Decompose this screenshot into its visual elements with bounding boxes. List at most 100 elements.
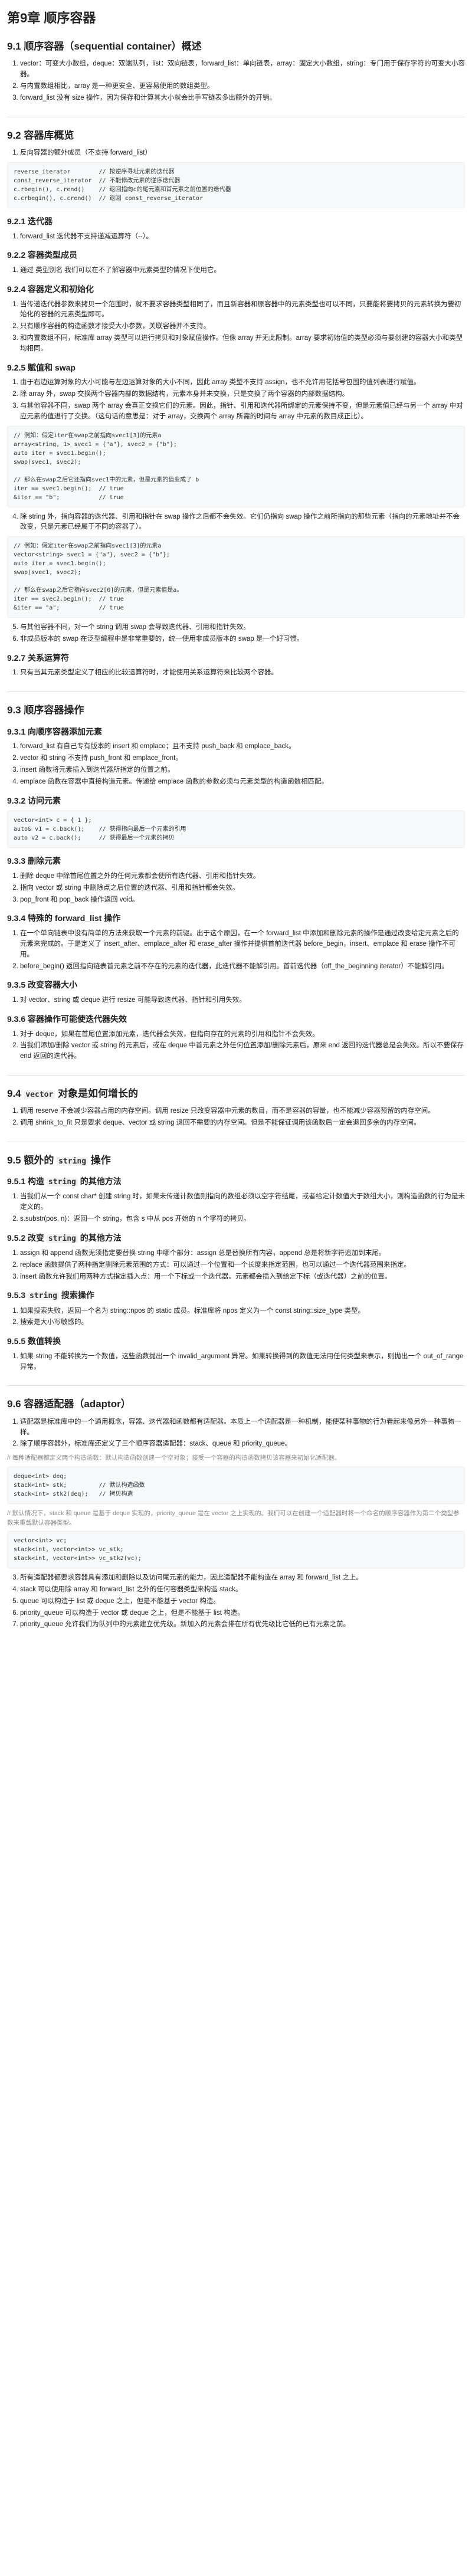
section-9-5-2-list: assign 和 append 函数无须指定要替换 string 中哪个部分：a… (7, 1248, 465, 1282)
heading-text: 对象是如何增长的 (55, 1087, 139, 1099)
list-item: priority_queue 可以构造于 vector 或 deque 之上，但… (20, 1608, 465, 1619)
section-9-3-4-heading: 9.3.4 特殊的 forward_list 操作 (7, 913, 121, 923)
list-item: 对 vector、string 或 deque 进行 resize 可能导致迭代… (20, 995, 465, 1006)
section-9-1-heading: 9.1 顺序容器（sequential container）概述 (7, 41, 202, 53)
list-item: forward_list 没有 size 操作，因为保存和计算其大小就会比手写链… (20, 93, 465, 104)
section-9-3-6-heading: 9.3.6 容器操作可能使迭代器失效 (7, 1014, 127, 1024)
section-9-3-3-list: 删除 deque 中除首尾位置之外的任何元素都会使所有迭代器、引用和指针失效。 … (7, 871, 465, 905)
heading-text: 9.5.1 构造 (7, 1176, 47, 1187)
section-9-2-4-list: 当传递迭代器参数来拷贝一个范围时，就不要求容器类型相同了，而且新容器和原容器中的… (7, 300, 465, 355)
list-item: 除了顺序容器外，标准库还定义了三个顺序容器适配器：stack、queue 和 p… (20, 1439, 465, 1450)
list-item: 对于 deque，如果在首尾位置添加元素，迭代器会失效，但指向存在的元素的引用和… (20, 1030, 465, 1040)
list-item: replace 函数提供了两种指定删除元素范围的方式：可以通过一个位置和一个长度… (20, 1260, 465, 1271)
list-item: 如果 string 不能转换为一个数值，这些函数抛出一个 invalid_arg… (20, 1352, 465, 1373)
section-9-6-list-2: 所有适配器都要求容器具有添加和删除以及访问尾元素的能力，因此适配器不能构造在 a… (7, 1573, 465, 1630)
section-9-1-list: vector：可变大小数组，deque：双端队列，list：双向链表，forwa… (7, 59, 465, 103)
section-9-2-1-heading: 9.2.1 迭代器 (7, 216, 53, 226)
section-9-3-1-list: forward_list 有自己专有版本的 insert 和 emplace；且… (7, 742, 465, 787)
heading-text: 9.5 额外的 (7, 1154, 57, 1166)
section-9-2-5-list-3: 与其他容器不同，对一个 string 调用 swap 会导致迭代器、引用和指针失… (7, 622, 465, 645)
list-item: 所有适配器都要求容器具有添加和删除以及访问尾元素的能力，因此适配器不能构造在 a… (20, 1573, 465, 1584)
heading-code: vector (24, 1090, 55, 1099)
heading-code: string (57, 1156, 88, 1166)
heading-text: 的其他方法 (77, 1176, 122, 1187)
list-item: 调用 reserve 不会减少容器占用的内存空间。调用 resize 只改变容器… (20, 1106, 465, 1117)
list-item: insert 函数允许我们用两种方式指定插入点：用一个下标或一个迭代器。元素都会… (20, 1272, 465, 1283)
section-9-5-3-list: 如果搜索失败，返回一个名为 string::npos 的 static 成员。标… (7, 1306, 465, 1329)
heading-code: string (46, 1178, 78, 1187)
list-item: before_begin() 返回指向链表首元素之前不存在的元素的迭代器，此迭代… (20, 962, 465, 972)
section-9-2-7-list: 只有当其元素类型定义了相应的比较运算符时，才能使用关系运算符来比较两个容器。 (7, 668, 465, 679)
list-item: 只有顺序容器的构造函数才接受大小参数，关联容器并不支持。 (20, 322, 465, 332)
list-item: 指向 vector 或 string 中删除点之后位置的迭代器、引用和指针都会失… (20, 883, 465, 894)
section-9-5-2-heading: 9.5.2 改变 string 的其他方法 (7, 1232, 465, 1245)
list-item: emplace 函数在容器中直接构造元素。传递给 emplace 函数的参数必须… (20, 777, 465, 788)
heading-text: 的其他方法 (77, 1233, 122, 1243)
list-item: 在一个单向链表中没有简单的方法来获取一个元素的前驱。出于这个原因，在一个 for… (20, 929, 465, 960)
code-block: vector<int> c = { 1 }; auto& v1 = c.back… (7, 811, 465, 848)
list-item: 除 string 外，指向容器的迭代器、引用和指针在 swap 操作之后都不会失… (20, 512, 465, 533)
section-9-2-7-heading: 9.2.7 关系运算符 (7, 653, 70, 663)
code-block: // 例如：假定iter在swap之前指向svec1[3]的元素a vector… (7, 536, 465, 618)
section-9-2-heading: 9.2 容器库概览 (7, 129, 74, 141)
section-9-2-5-list: 由于右边运算对象的大小可能与左边运算对象的大小不同，因此 array 类型不支持… (7, 378, 465, 422)
list-item: 当我们从一个 const char* 创建 string 时，如果未传递计数值则… (20, 1192, 465, 1213)
section-9-5-heading: 9.5 额外的 string 操作 (7, 1153, 465, 1168)
section-9-2-list: 反向容器的额外成员（不支持 forward_list） (7, 148, 465, 159)
section-9-3-6-list: 对于 deque，如果在首尾位置添加元素，迭代器会失效，但指向存在的元素的引用和… (7, 1030, 465, 1062)
list-item: 由于右边运算对象的大小可能与左边运算对象的大小不同，因此 array 类型不支持… (20, 378, 465, 388)
heading-text: 9.5.2 改变 (7, 1233, 47, 1243)
list-item: 与其他容器不同，swap 两个 array 会真正交换它们的元素。因此，指针、引… (20, 401, 465, 422)
section-9-3-5-list: 对 vector、string 或 deque 进行 resize 可能导致迭代… (7, 995, 465, 1006)
list-item: 与内置数组相比，array 是一种更安全、更容易使用的数组类型。 (20, 81, 465, 92)
list-item: 如果搜索失败，返回一个名为 string::npos 的 static 成员。标… (20, 1306, 465, 1317)
list-item: 当我们添加/删除 vector 或 string 的元素后，或在 deque 中… (20, 1041, 465, 1062)
section-9-3-5-heading: 9.3.5 改变容器大小 (7, 980, 78, 990)
list-item: vector 和 string 不支持 push_front 和 emplace… (20, 753, 465, 764)
code-block: // 例如：假定iter在swap之前指向svec1[3]的元素a array<… (7, 425, 465, 507)
section-9-3-2-heading: 9.3.2 访问元素 (7, 795, 61, 805)
list-item: 搜索是大小写敏感的。 (20, 1318, 465, 1328)
list-item: 适配器是标准库中的一个通用概念，容器、迭代器和函数都有适配器。本质上一个适配器是… (20, 1417, 465, 1438)
code-block: reverse_iterator // 按逆序寻址元素的迭代器 const_re… (7, 162, 465, 208)
list-item: 删除 deque 中除首尾位置之外的任何元素都会使所有迭代器、引用和指针失效。 (20, 871, 465, 882)
heading-code: string (28, 1292, 59, 1301)
code-block: deque<int> deq; stack<int> stk; // 默认构造函… (7, 1466, 465, 1504)
section-9-2-5-list-2: 除 string 外，指向容器的迭代器、引用和指针在 swap 操作之后都不会失… (7, 512, 465, 533)
code-comment-note: // 每种适配器都定义两个构造函数：默认构造函数创建一个空对象；接受一个容器的构… (7, 1454, 341, 1462)
section-9-2-1-list: forward_list 迭代器不支持递减运算符（--）。 (7, 232, 465, 242)
section-9-6-list: 适配器是标准库中的一个通用概念，容器、迭代器和函数都有适配器。本质上一个适配器是… (7, 1417, 465, 1450)
list-item: vector：可变大小数组，deque：双端队列，list：双向链表，forwa… (20, 59, 465, 80)
section-9-3-3-heading: 9.3.3 删除元素 (7, 856, 61, 866)
section-9-6-heading: 9.6 容器适配器（adaptor） (7, 1398, 131, 1410)
heading-text: 9.5.3 (7, 1290, 28, 1300)
heading-text: 搜索操作 (59, 1290, 94, 1300)
document: 第9章 顺序容器 9.1 顺序容器（sequential container）概… (0, 0, 472, 1646)
list-item: 调用 shrink_to_fit 只是要求 deque、vector 或 str… (20, 1118, 465, 1129)
divider (7, 691, 465, 693)
list-item: queue 可以构造于 list 或 deque 之上，但是不能基于 vecto… (20, 1597, 465, 1607)
chapter-title: 第9章 顺序容器 (7, 11, 96, 25)
divider (7, 1074, 465, 1076)
heading-text: 9.4 (7, 1087, 24, 1099)
section-9-4-heading: 9.4 vector 对象是如何增长的 (7, 1086, 465, 1102)
list-item: s.substr(pos, n)：返回一个 string，包含 s 中从 pos… (20, 1214, 465, 1225)
list-item: insert 函数将元素插入到迭代器所指定的位置之前。 (20, 765, 465, 776)
code-comment-note: // 默认情况下，stack 和 queue 是基于 deque 实现的，pri… (7, 1509, 460, 1526)
list-item: assign 和 append 函数无须指定要替换 string 中哪个部分：a… (20, 1248, 465, 1259)
heading-text: 操作 (88, 1154, 111, 1166)
list-item: 只有当其元素类型定义了相应的比较运算符时，才能使用关系运算符来比较两个容器。 (20, 668, 465, 679)
list-item: 与其他容器不同，对一个 string 调用 swap 会导致迭代器、引用和指针失… (20, 622, 465, 633)
section-9-4-list: 调用 reserve 不会减少容器占用的内存空间。调用 resize 只改变容器… (7, 1106, 465, 1129)
section-9-3-1-heading: 9.3.1 向顺序容器添加元素 (7, 726, 103, 736)
list-item: forward_list 有自己专有版本的 insert 和 emplace；且… (20, 742, 465, 752)
list-item: pop_front 和 pop_back 操作返回 void。 (20, 895, 465, 906)
list-item: 通过 类型别名 我们可以在不了解容器中元素类型的情况下使用它。 (20, 266, 465, 276)
heading-code: string (46, 1234, 78, 1243)
list-item: 除 array 外，swap 交换两个容器内部的数据结构，元素本身并未交换，只是… (20, 389, 465, 400)
section-9-2-4-heading: 9.2.4 容器定义和初始化 (7, 284, 94, 294)
section-9-2-2-list: 通过 类型别名 我们可以在不了解容器中元素类型的情况下使用它。 (7, 266, 465, 276)
list-item: stack 可以使用除 array 和 forward_list 之外的任何容器… (20, 1585, 465, 1595)
section-9-3-heading: 9.3 顺序容器操作 (7, 704, 84, 716)
list-item: 当传递迭代器参数来拷贝一个范围时，就不要求容器类型相同了，而且新容器和原容器中的… (20, 300, 465, 321)
